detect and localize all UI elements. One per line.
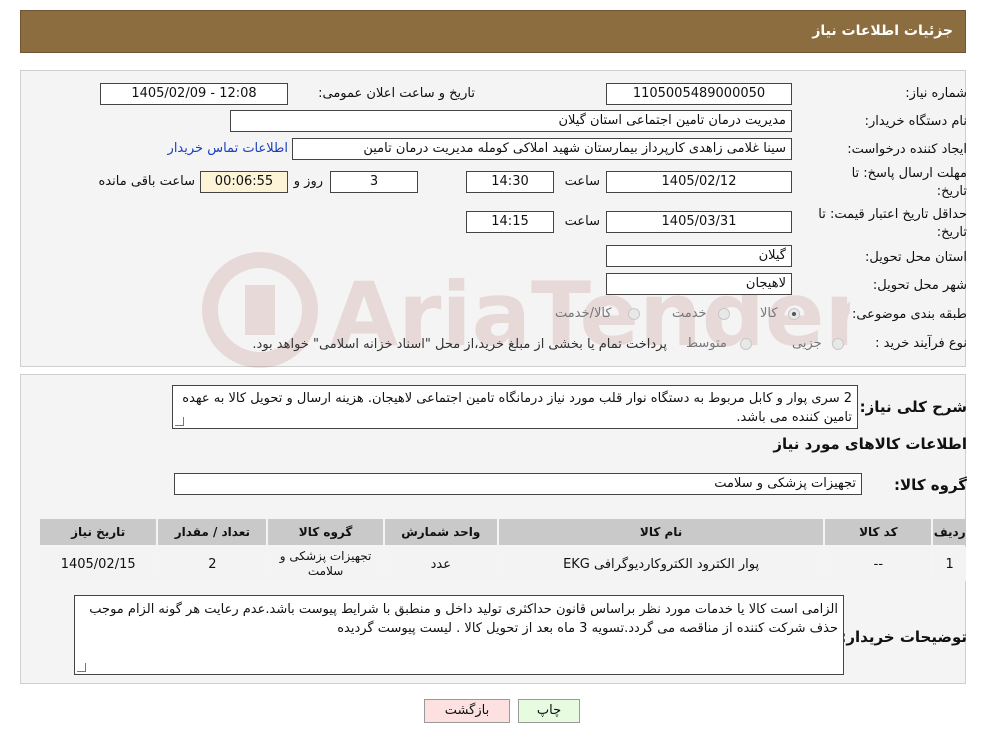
validity-label: حداقل تاریخ اعتبار قیمت: تا <box>818 207 967 222</box>
col-unit: واحد شمارش <box>384 519 497 545</box>
time-remaining-field: 00:06:55 <box>200 171 288 193</box>
city-label: شهر محل تحویل: <box>872 278 967 293</box>
resize-grip-icon[interactable] <box>175 417 184 426</box>
purchase-option-minor: جزیی <box>792 336 822 351</box>
purchase-option-medium: متوسط <box>686 336 727 351</box>
purchase-type-label: نوع فرآیند خرید : <box>875 336 967 351</box>
requester-label: ایجاد کننده درخواست: <box>847 142 967 157</box>
buyer-notes-textarea[interactable]: الزامی است کالا یا خدمات مورد نظر براساس… <box>74 595 844 675</box>
cell-qty: 2 <box>158 547 267 581</box>
buyer-org-field: مدیریت درمان تامین اجتماعی استان گیلان <box>230 110 792 132</box>
city-field: لاهیجان <box>606 273 792 295</box>
category-radio-goods[interactable] <box>788 308 800 320</box>
goods-table: ردیف کد کالا نام کالا واحد شمارش گروه کا… <box>38 517 968 583</box>
col-code: کد کالا <box>825 519 932 545</box>
table-header-row: ردیف کد کالا نام کالا واحد شمارش گروه کا… <box>40 519 966 545</box>
buyer-notes-text: الزامی است کالا یا خدمات مورد نظر براساس… <box>89 602 838 636</box>
deadline-date-field: 1405/02/12 <box>606 171 792 193</box>
goods-group-field: تجهیزات پزشکی و سلامت <box>174 473 862 495</box>
province-label: استان محل تحویل: <box>865 250 967 265</box>
category-radio-service[interactable] <box>718 308 730 320</box>
print-button[interactable]: چاپ <box>518 699 580 723</box>
cell-group: تجهیزات پزشکی و سلامت <box>268 547 383 581</box>
validity-date-field: 1405/03/31 <box>606 211 792 233</box>
page-header: جزئیات اطلاعات نیاز <box>20 10 966 53</box>
deadline-time-field: 14:30 <box>466 171 554 193</box>
validity-time-field: 14:15 <box>466 211 554 233</box>
col-group: گروه کالا <box>268 519 383 545</box>
back-button-label: بازگشت <box>444 703 490 718</box>
need-number-field: 1105005489000050 <box>606 83 792 105</box>
goods-group-label: گروه کالا: <box>894 476 967 494</box>
category-option-goods: کالا <box>760 306 778 321</box>
col-date: تاریخ نیاز <box>40 519 157 545</box>
table-row: 1 -- پوار الکترود الکتروکاردیوگرافی EKG … <box>40 547 966 581</box>
cell-name: پوار الکترود الکتروکاردیوگرافی EKG <box>498 547 824 581</box>
days-label: روز و <box>293 174 323 189</box>
need-number-label: شماره نیاز: <box>905 86 967 101</box>
cell-row: 1 <box>933 547 966 581</box>
validity-label-line2: تاریخ: <box>936 225 967 240</box>
deadline-label: مهلت ارسال پاسخ: تا <box>851 166 967 181</box>
col-row: ردیف <box>933 519 966 545</box>
announce-label: تاریخ و ساعت اعلان عمومی: <box>318 86 475 101</box>
deadline-time-label: ساعت <box>564 174 600 189</box>
purchase-radio-minor[interactable] <box>832 338 844 350</box>
col-qty: تعداد / مقدار <box>158 519 267 545</box>
province-field: گیلان <box>606 245 792 267</box>
cell-unit: عدد <box>384 547 497 581</box>
col-name: نام کالا <box>498 519 824 545</box>
category-option-goods-service: کالا/خدمت <box>555 306 612 321</box>
description-label: شرح کلی نیاز: <box>859 398 967 416</box>
category-label: طبقه بندی موضوعی: <box>851 307 967 322</box>
resize-grip-icon[interactable] <box>77 663 86 672</box>
validity-time-label: ساعت <box>564 214 600 229</box>
description-text: 2 سری پوار و کابل مربوط به دستگاه نوار ق… <box>182 391 852 425</box>
purchase-radio-medium[interactable] <box>740 338 752 350</box>
announce-field: 1405/02/09 - 12:08 <box>100 83 288 105</box>
back-button[interactable]: بازگشت <box>424 699 510 723</box>
contact-buyer-link[interactable]: اطلاعات تماس خریدار <box>168 141 288 156</box>
requester-field: سینا غلامی زاهدی کارپرداز بیمارستان شهید… <box>292 138 792 160</box>
time-remaining-label: ساعت باقی مانده <box>98 174 195 189</box>
page-title: جزئیات اطلاعات نیاز <box>812 23 953 39</box>
cell-code: -- <box>825 547 932 581</box>
cell-date: 1405/02/15 <box>40 547 157 581</box>
deadline-label-line2: تاریخ: <box>936 184 967 199</box>
category-option-service: خدمت <box>672 306 707 321</box>
description-textarea[interactable]: 2 سری پوار و کابل مربوط به دستگاه نوار ق… <box>172 385 858 429</box>
buyer-notes-label: توضیحات خریدار: <box>840 628 967 646</box>
buyer-org-label: نام دستگاه خریدار: <box>864 114 967 129</box>
goods-section-title: اطلاعات کالاهای مورد نیاز <box>773 435 967 453</box>
print-button-label: چاپ <box>536 703 562 718</box>
purchase-note: پرداخت تمام یا بخشی از مبلغ خرید،از محل … <box>252 337 667 352</box>
category-radio-goods-service[interactable] <box>628 308 640 320</box>
days-remaining-field: 3 <box>330 171 418 193</box>
